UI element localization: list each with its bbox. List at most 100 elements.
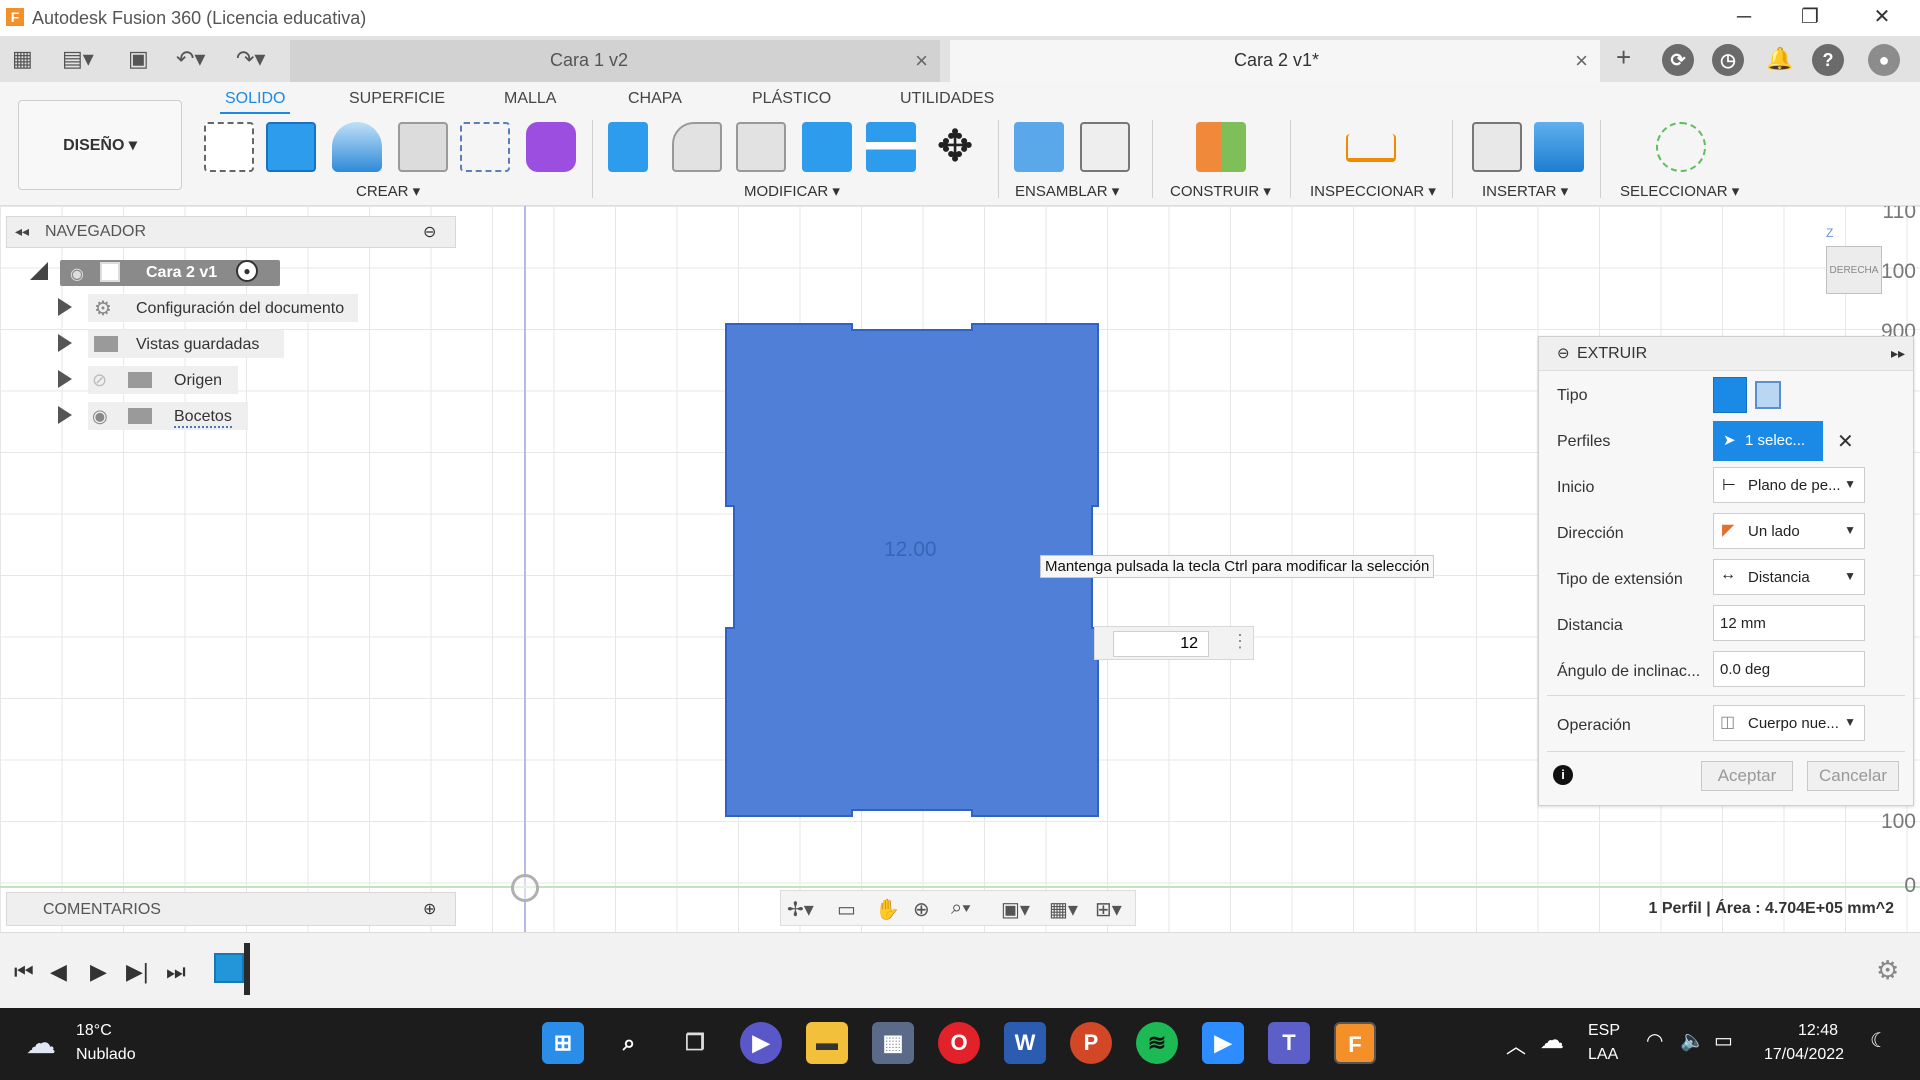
nav-item-bocetos[interactable]: ◉ Bocetos [58, 402, 298, 432]
search-icon[interactable]: ⌕ [608, 1022, 650, 1064]
help-icon[interactable]: ? [1812, 44, 1844, 76]
file-explorer-icon[interactable]: ▬ [806, 1022, 848, 1064]
group-insertar[interactable]: INSERTAR ▾ [1482, 182, 1568, 200]
plus-icon[interactable]: ⊕ [423, 899, 436, 919]
new-component-icon[interactable] [1014, 122, 1064, 172]
step-forward-icon[interactable]: ▶| [126, 959, 149, 985]
tab-solido[interactable]: SOLIDO [225, 90, 285, 108]
timeline-sketch-item[interactable] [214, 953, 244, 983]
zoom-app-icon[interactable]: ▶ [1202, 1022, 1244, 1064]
offset-plane-icon[interactable] [1196, 122, 1246, 172]
orbit-icon[interactable]: ✢▾ [787, 897, 814, 922]
tab-chapa[interactable]: CHAPA [628, 90, 682, 108]
insert-derive-icon[interactable] [1472, 122, 1522, 172]
offset-face-icon[interactable] [866, 122, 916, 172]
expand-dialog-icon[interactable]: ▸▸ [1891, 345, 1905, 362]
minus-icon[interactable]: ⊖ [423, 222, 436, 242]
nav-item-vistas[interactable]: Vistas guardadas [58, 330, 298, 360]
redo-icon[interactable]: ↷▾ [236, 46, 265, 72]
profiles-selection[interactable]: ➤ 1 selec... [1713, 421, 1823, 461]
eye-icon[interactable]: ◉ [70, 264, 84, 284]
pan-icon[interactable]: ✋ [875, 897, 900, 922]
extensions-icon[interactable]: ⟳ [1662, 44, 1694, 76]
combine-icon[interactable] [802, 122, 852, 172]
move-icon[interactable]: ✥ [930, 122, 980, 172]
tab-malla[interactable]: MALLA [504, 90, 556, 108]
nav-item-origen[interactable]: ⊘ Origen [58, 366, 298, 396]
weather-desc[interactable]: Nublado [76, 1046, 136, 1064]
close-icon[interactable]: × [1575, 48, 1588, 74]
taper-angle-field[interactable]: 0.0 deg [1713, 651, 1865, 687]
insert-image-icon[interactable] [1534, 122, 1584, 172]
eye-hidden-icon[interactable]: ⊘ [92, 370, 107, 391]
eye-icon[interactable]: ◉ [92, 406, 108, 427]
chevron-up-icon[interactable]: ︿ [1506, 1030, 1526, 1059]
expand-icon[interactable] [30, 262, 48, 280]
weather-temp[interactable]: 18°C [76, 1022, 112, 1040]
powerpoint-icon[interactable]: P [1070, 1022, 1112, 1064]
job-status-icon[interactable]: ◷ [1712, 44, 1744, 76]
shell-icon[interactable] [398, 122, 448, 172]
extent-type-dropdown[interactable]: ↔ Distancia ▼ [1713, 559, 1865, 595]
measure-icon[interactable] [1346, 134, 1396, 162]
tab-cara-1[interactable]: Cara 1 v2 × [290, 40, 940, 82]
operation-dropdown[interactable]: ◫ Cuerpo nue... ▼ [1713, 705, 1865, 741]
revolve-icon[interactable] [332, 122, 382, 172]
onedrive-icon[interactable]: ☁ [1540, 1026, 1564, 1055]
accept-button[interactable]: Aceptar [1701, 761, 1793, 791]
play-icon[interactable]: ▶ [90, 959, 107, 985]
close-icon[interactable]: × [915, 48, 928, 74]
close-window-button[interactable]: ✕ [1852, 2, 1912, 32]
extrude-icon[interactable] [266, 122, 316, 172]
nav-item-config[interactable]: ⚙ Configuración del documento [58, 294, 358, 324]
zoom-icon[interactable]: ⊕ [913, 897, 930, 922]
avatar[interactable]: ● [1868, 44, 1900, 76]
group-seleccionar[interactable]: SELECCIONAR ▾ [1620, 182, 1739, 200]
activate-radio-icon[interactable]: ● [236, 260, 258, 282]
group-modificar[interactable]: MODIFICAR ▾ [744, 182, 840, 200]
tab-superficie[interactable]: SUPERFICIE [349, 90, 445, 108]
display-settings-icon[interactable]: ▣▾ [1001, 897, 1030, 922]
save-icon[interactable]: ▣ [128, 46, 149, 72]
joint-icon[interactable] [1080, 122, 1130, 172]
clock-time[interactable]: 12:48 [1798, 1022, 1838, 1040]
info-icon[interactable]: i [1553, 765, 1573, 785]
gear-icon[interactable]: ⚙ [1876, 955, 1899, 986]
workspace-dropdown[interactable]: DISEÑO ▾ [18, 100, 182, 190]
press-pull-icon[interactable] [608, 122, 648, 172]
file-icon[interactable]: ▤▾ [62, 46, 94, 72]
start-icon[interactable]: ⊞ [542, 1022, 584, 1064]
spotify-icon[interactable]: ≋ [1136, 1022, 1178, 1064]
task-view-icon[interactable]: ❐ [674, 1022, 716, 1064]
skip-start-icon[interactable]: ⏮ [14, 959, 34, 985]
viewports-icon[interactable]: ⊞▾ [1095, 897, 1122, 922]
expand-icon[interactable] [58, 370, 72, 388]
calculator-icon[interactable]: ▦ [872, 1022, 914, 1064]
type-solid-icon[interactable] [1713, 377, 1747, 413]
select-icon[interactable] [1656, 122, 1706, 172]
type-thin-icon[interactable] [1755, 381, 1781, 409]
minimize-button[interactable]: ─ [1714, 2, 1774, 32]
tab-plastico[interactable]: PLÁSTICO [752, 90, 831, 108]
timeline-marker[interactable] [244, 943, 250, 995]
opera-icon[interactable]: O [938, 1022, 980, 1064]
step-back-icon[interactable]: ◀ [50, 959, 67, 985]
expand-icon[interactable] [58, 406, 72, 424]
start-dropdown[interactable]: ⊢ Plano de pe... ▼ [1713, 467, 1865, 503]
tab-cara-2[interactable]: Cara 2 v1* × [950, 40, 1600, 82]
pattern-icon[interactable] [460, 122, 510, 172]
notifications-moon-icon[interactable]: ☾ [1870, 1028, 1888, 1053]
undo-icon[interactable]: ↶▾ [176, 46, 205, 72]
expand-icon[interactable] [58, 334, 72, 352]
expand-icon[interactable] [58, 298, 72, 316]
app-grid-icon[interactable]: ▦ [12, 46, 33, 72]
zoom-window-icon[interactable]: ⌕▾ [951, 897, 971, 920]
teams-icon[interactable]: T [1268, 1022, 1310, 1064]
direction-dropdown[interactable]: ◤ Un lado ▼ [1713, 513, 1865, 549]
distance-field[interactable]: 12 mm [1713, 605, 1865, 641]
group-construir[interactable]: CONSTRUIR ▾ [1170, 182, 1271, 200]
create-form-icon[interactable] [526, 122, 576, 172]
fillet-icon[interactable] [672, 122, 722, 172]
group-ensamblar[interactable]: ENSAMBLAR ▾ [1015, 182, 1119, 200]
chat-icon[interactable]: ▶ [740, 1022, 782, 1064]
